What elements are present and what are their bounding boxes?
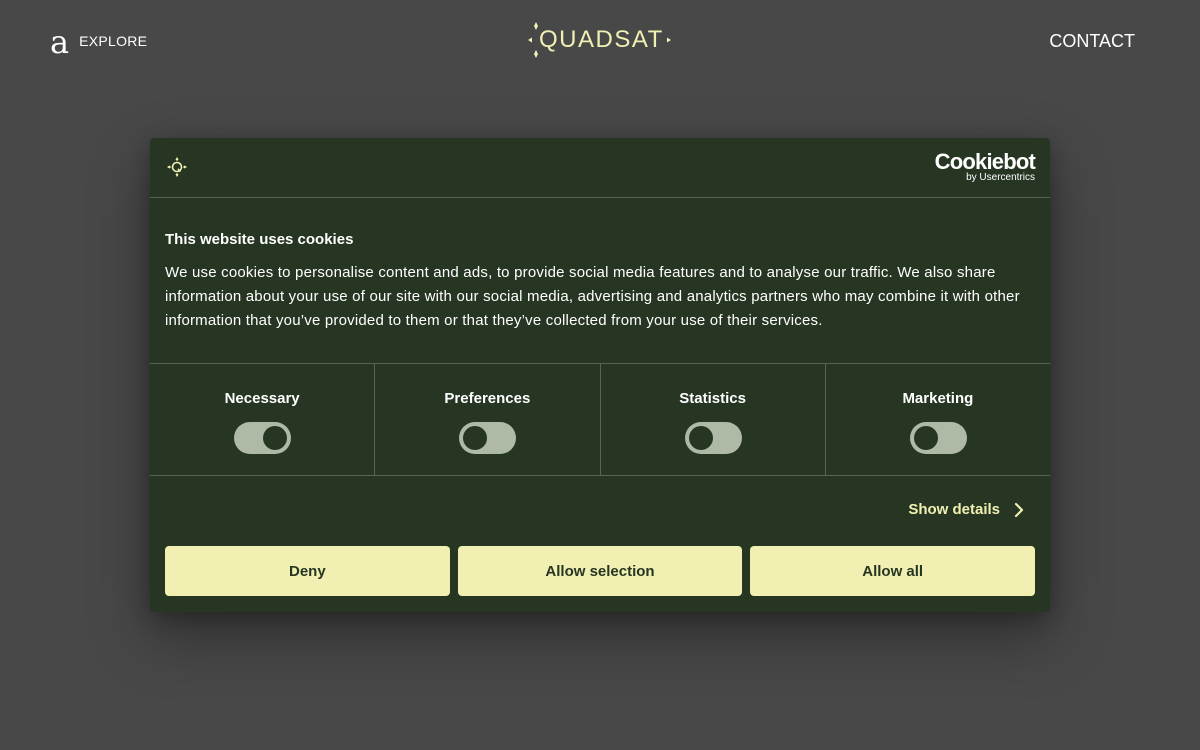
site-logo-icon <box>167 157 187 177</box>
necessary-toggle[interactable] <box>234 422 292 454</box>
statistics-toggle[interactable] <box>684 422 742 454</box>
consent-buttons: Deny Allow selection Allow all <box>165 546 1036 596</box>
brand-mark[interactable]: a <box>50 22 69 62</box>
toggle-knob <box>463 426 488 450</box>
cookiebot-name: Cookiebot <box>934 149 1036 174</box>
toggle-knob <box>263 426 288 450</box>
logo-arrow-icon <box>666 37 671 43</box>
category-marketing: Marketing <box>826 364 1050 475</box>
toggle-knob <box>913 426 938 450</box>
dialog-header: Cookiebot by Usercentrics <box>150 138 1050 198</box>
show-details-label: Show details <box>908 501 1000 518</box>
cookie-consent-dialog: Cookiebot by Usercentrics This website u… <box>150 138 1050 612</box>
preferences-toggle[interactable] <box>459 422 517 454</box>
toggle-knob <box>688 426 713 450</box>
chevron-right-icon <box>1014 502 1024 517</box>
deny-button[interactable]: Deny <box>165 546 450 596</box>
category-label: Statistics <box>679 390 746 407</box>
quadsat-logo[interactable]: QUADSAT <box>527 20 672 60</box>
site-header: a EXPLORE QUADSAT CONTACT <box>0 0 1200 80</box>
contact-link[interactable]: CONTACT <box>1049 31 1135 52</box>
show-details-link[interactable]: Show details <box>908 501 1024 518</box>
category-label: Marketing <box>902 390 974 407</box>
category-label: Necessary <box>224 390 300 407</box>
allow-all-button[interactable]: Allow all <box>750 546 1036 596</box>
consent-categories: Necessary Preferences Statistics Marketi… <box>150 363 1050 476</box>
marketing-toggle[interactable] <box>909 422 967 454</box>
category-preferences: Preferences <box>375 364 601 475</box>
allow-selection-button[interactable]: Allow selection <box>457 546 743 596</box>
category-statistics: Statistics <box>601 364 826 475</box>
category-label: Preferences <box>444 390 531 407</box>
category-necessary: Necessary <box>150 364 376 475</box>
dialog-description: We use cookies to personalise content an… <box>165 264 1020 329</box>
logo-wordmark: QUADSAT <box>539 26 664 53</box>
nav-left: a EXPLORE <box>50 22 147 62</box>
dialog-body: This website uses cookies We use cookies… <box>165 231 1035 333</box>
explore-link[interactable]: EXPLORE <box>79 34 147 48</box>
cookiebot-logo[interactable]: Cookiebot by Usercentrics <box>934 149 1036 184</box>
dialog-title: This website uses cookies <box>165 231 354 248</box>
